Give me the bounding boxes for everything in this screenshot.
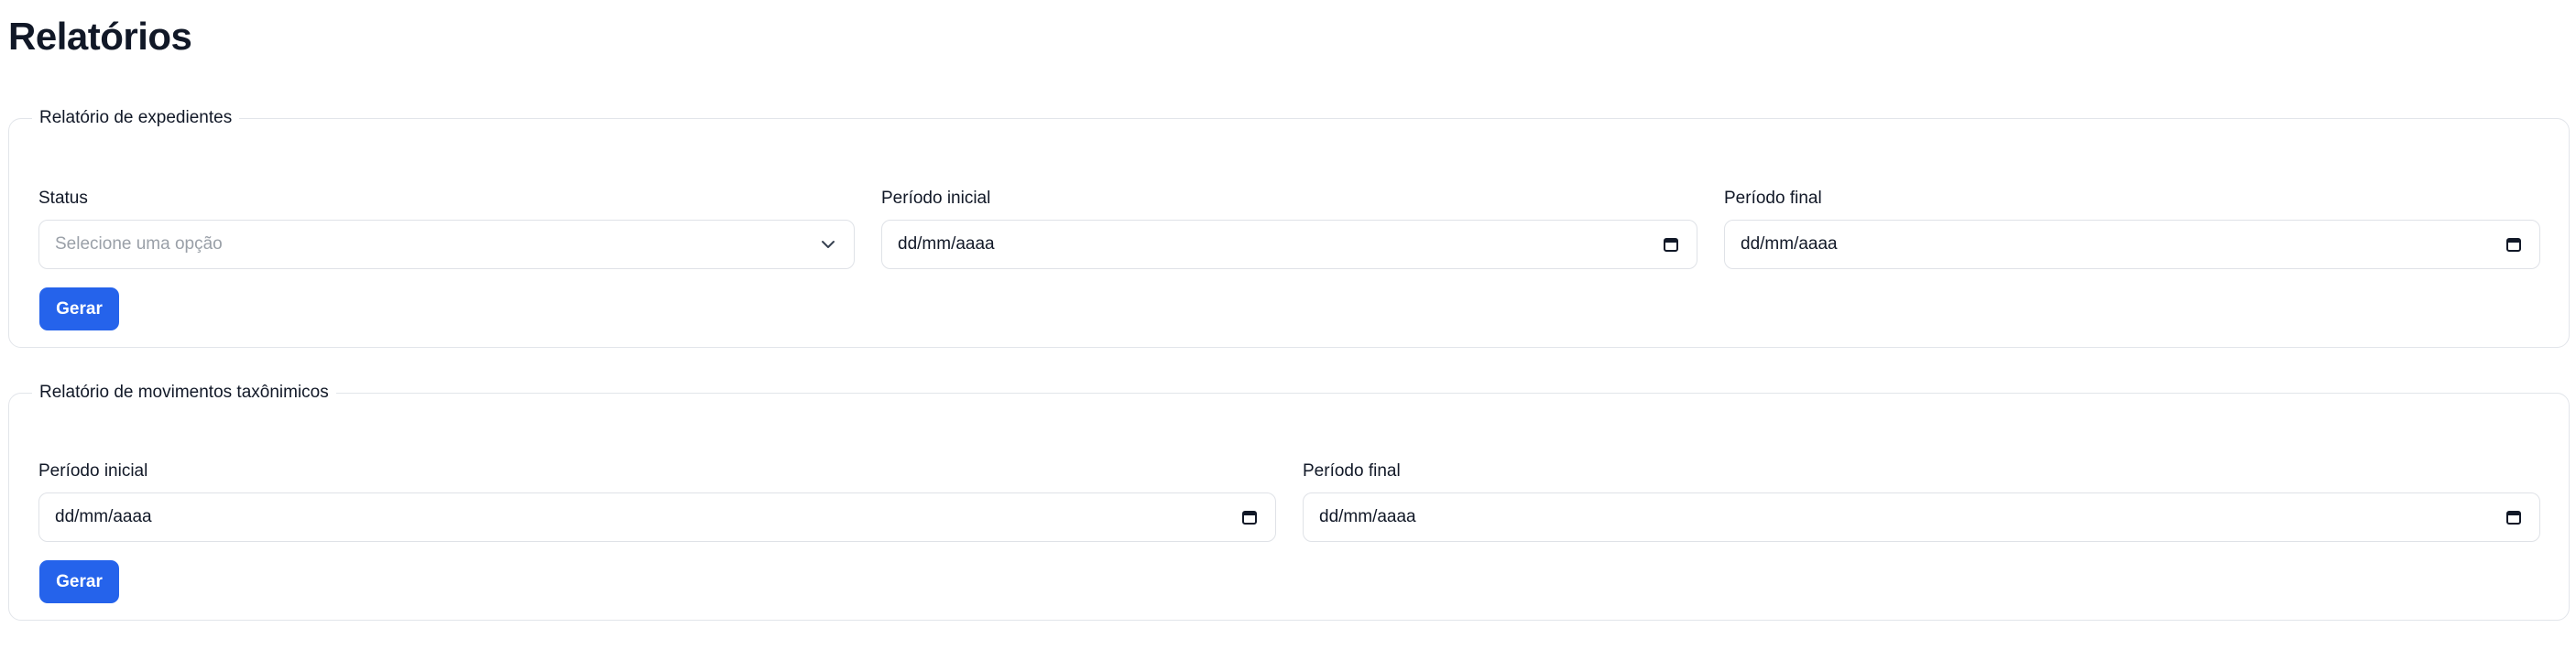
expedientes-inicial-field: Período inicial dd/mm/aaaa <box>881 189 1697 271</box>
expedientes-final-field: Período final dd/mm/aaaa <box>1724 189 2540 271</box>
expedientes-report-section: Relatório de expedientes Status Selecion… <box>8 108 2570 348</box>
expedientes-inicial-date-input[interactable]: dd/mm/aaaa <box>881 220 1697 269</box>
status-label: Status <box>38 189 88 208</box>
status-field: Status Selecione uma opção <box>38 189 855 271</box>
expedientes-final-date-input[interactable]: dd/mm/aaaa <box>1724 220 2540 269</box>
movimentos-final-date-input[interactable]: dd/mm/aaaa <box>1303 492 2540 542</box>
movimentos-inicial-value: dd/mm/aaaa <box>55 507 152 526</box>
chevron-down-icon <box>818 234 838 254</box>
status-select[interactable]: Selecione uma opção <box>38 220 855 269</box>
page-title: Relatórios <box>8 15 192 58</box>
calendar-icon[interactable] <box>1661 234 1681 254</box>
movimentos-legend: Relatório de movimentos taxônimicos <box>39 383 329 402</box>
expedientes-inicial-value: dd/mm/aaaa <box>898 234 995 254</box>
calendar-icon[interactable] <box>2504 234 2524 254</box>
movimentos-inicial-field: Período inicial dd/mm/aaaa <box>38 461 1276 544</box>
movimentos-gerar-button[interactable]: Gerar <box>39 560 119 603</box>
calendar-icon[interactable] <box>1239 507 1260 527</box>
movimentos-inicial-date-input[interactable]: dd/mm/aaaa <box>38 492 1276 542</box>
calendar-icon[interactable] <box>2504 507 2524 527</box>
movimentos-final-label: Período final <box>1303 461 1401 481</box>
movimentos-report-section: Relatório de movimentos taxônimicos Perí… <box>8 383 2570 621</box>
movimentos-inicial-label: Período inicial <box>38 461 148 481</box>
expedientes-gerar-button[interactable]: Gerar <box>39 287 119 330</box>
status-select-placeholder: Selecione uma opção <box>55 234 223 254</box>
expedientes-inicial-label: Período inicial <box>881 189 991 208</box>
expedientes-final-value: dd/mm/aaaa <box>1741 234 1838 254</box>
expedientes-legend: Relatório de expedientes <box>39 108 233 127</box>
movimentos-final-value: dd/mm/aaaa <box>1319 507 1416 526</box>
movimentos-final-field: Período final dd/mm/aaaa <box>1303 461 2540 544</box>
expedientes-final-label: Período final <box>1724 189 1822 208</box>
